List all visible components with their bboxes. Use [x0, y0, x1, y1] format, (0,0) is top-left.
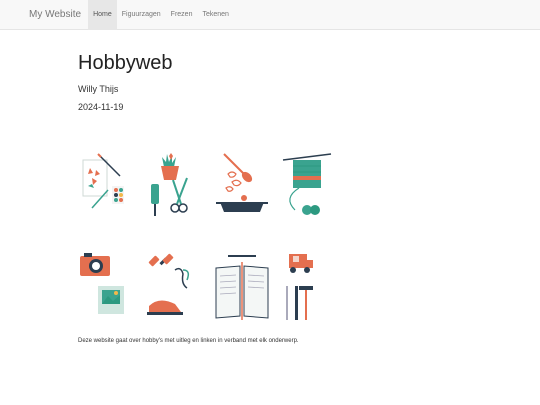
- nav-figuurzagen[interactable]: Figuurzagen: [117, 0, 166, 30]
- cooking-icon: [214, 150, 270, 226]
- woodworking-icon: [279, 250, 335, 326]
- hobby-illustration-grid: [76, 150, 336, 330]
- nav-home[interactable]: Home: [88, 0, 117, 30]
- nav-frezen[interactable]: Frezen: [166, 0, 198, 30]
- publish-date: 2024-11-19: [78, 102, 124, 112]
- nav-tekenen[interactable]: Tekenen: [197, 0, 233, 30]
- gardening-icon: [143, 150, 199, 226]
- page-title: Hobbyweb: [78, 52, 173, 74]
- knitting-icon: [279, 150, 335, 226]
- photography-icon: [78, 250, 134, 326]
- reading-icon: [214, 250, 270, 326]
- fitness-icon: [143, 250, 199, 326]
- page-header: Hobbyweb Willy Thijs 2024-11-19: [78, 50, 518, 112]
- painting-icon: [78, 150, 134, 226]
- author-name: Willy Thijs: [78, 84, 119, 94]
- top-navbar: My Website Home Figuurzagen Frezen Teken…: [0, 0, 540, 30]
- brand-link[interactable]: My Website: [29, 9, 81, 20]
- site-description: Deze website gaat over hobby's met uitle…: [78, 338, 299, 344]
